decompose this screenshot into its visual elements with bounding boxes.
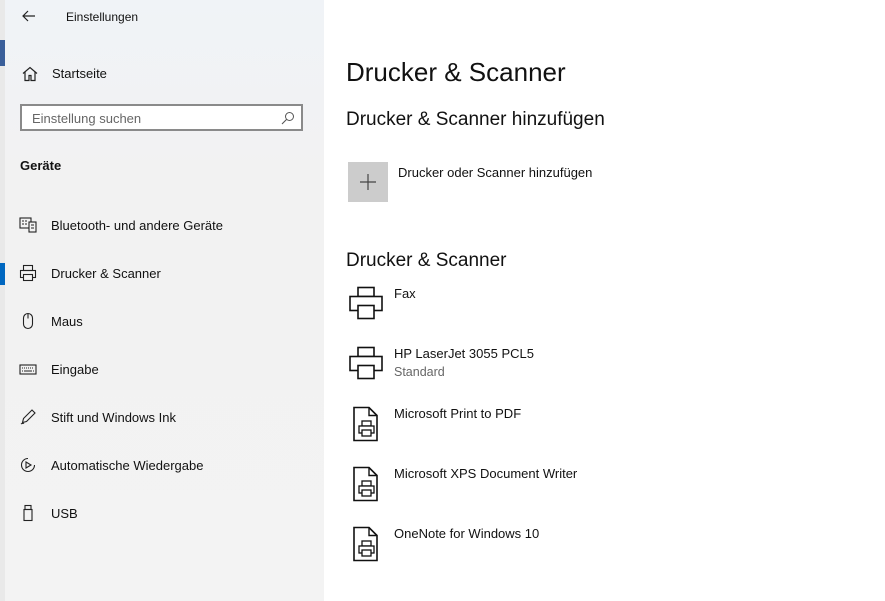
search-icon [281, 112, 294, 125]
search-input[interactable]: Einstellung suchen [20, 104, 303, 131]
plus-icon [360, 174, 376, 190]
sidebar-item-label: Stift und Windows Ink [51, 410, 176, 425]
sidebar-item-label: Automatische Wiedergabe [51, 458, 204, 473]
sidebar-item-label: Eingabe [51, 362, 99, 377]
add-section-title: Drucker & Scanner hinzufügen [346, 109, 605, 130]
sidebar-item-bluetooth[interactable]: Bluetooth- und andere Geräte [5, 205, 324, 245]
add-printer-button[interactable] [348, 162, 388, 202]
document-printer-icon [353, 526, 378, 562]
sidebar-item-mouse[interactable]: Maus [5, 301, 324, 341]
printer-item-onenote[interactable]: OneNote for Windows 10 [346, 526, 866, 582]
autoplay-icon [20, 457, 36, 473]
printer-icon [19, 264, 37, 282]
sidebar-item-printers[interactable]: Drucker & Scanner [0, 253, 324, 293]
search-placeholder: Einstellung suchen [32, 111, 142, 126]
bluetooth-devices-icon [19, 217, 37, 233]
printer-name: HP LaserJet 3055 PCL5 [394, 346, 534, 361]
pen-icon [20, 409, 36, 425]
sidebar-item-label: USB [51, 506, 78, 521]
title-bar: Einstellungen [5, 0, 324, 34]
section-title: Geräte [20, 158, 62, 173]
document-printer-icon [353, 466, 378, 502]
sidebar-item-usb[interactable]: USB [5, 493, 324, 533]
printer-item-print-to-pdf[interactable]: Microsoft Print to PDF [346, 406, 866, 462]
printer-icon [349, 346, 383, 380]
printer-status: Standard [394, 365, 445, 379]
sidebar-item-label: Bluetooth- und andere Geräte [51, 218, 224, 233]
document-printer-icon [353, 406, 378, 442]
sidebar-item-home[interactable]: Startseite [5, 56, 324, 90]
home-icon [22, 66, 38, 82]
printers-section-title: Drucker & Scanner [346, 250, 507, 271]
printer-name: Fax [394, 286, 416, 301]
sidebar-item-label: Maus [51, 314, 83, 329]
printer-icon [349, 286, 383, 320]
app-title: Einstellungen [66, 10, 139, 24]
home-label: Startseite [52, 66, 107, 81]
sidebar: Einstellungen Startseite Einstellung suc… [0, 0, 324, 601]
printer-name: Microsoft XPS Document Writer [394, 466, 578, 481]
page-title: Drucker & Scanner [346, 57, 566, 87]
sidebar-item-label: Drucker & Scanner [51, 266, 161, 281]
add-printer-label[interactable]: Drucker oder Scanner hinzufügen [398, 165, 592, 180]
back-button[interactable] [17, 6, 41, 26]
sidebar-item-pen[interactable]: Stift und Windows Ink [5, 397, 324, 437]
sidebar-item-autoplay[interactable]: Automatische Wiedergabe [5, 445, 324, 485]
printer-name: OneNote for Windows 10 [394, 526, 540, 541]
printer-item-hp-laserjet[interactable]: HP LaserJet 3055 PCL5 Standard [346, 346, 866, 402]
sidebar-item-input[interactable]: Eingabe [5, 349, 324, 389]
keyboard-icon [19, 364, 37, 375]
printer-name: Microsoft Print to PDF [394, 406, 522, 421]
printer-item-fax[interactable]: Fax [346, 286, 866, 342]
main-content: Drucker & Scanner Drucker & Scanner hinz… [324, 0, 885, 601]
mouse-icon [22, 312, 34, 330]
active-indicator [0, 263, 5, 285]
arrow-left-icon [22, 10, 35, 22]
usb-icon [23, 504, 33, 522]
printer-item-xps-writer[interactable]: Microsoft XPS Document Writer [346, 466, 866, 522]
